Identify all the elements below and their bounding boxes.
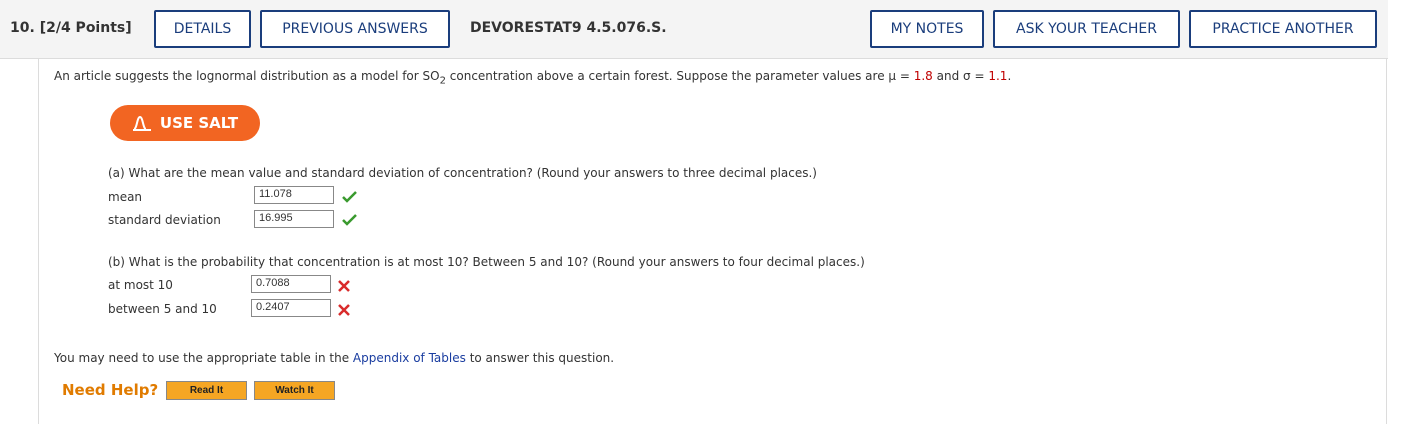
watch-it-button[interactable]: Watch It	[254, 381, 335, 400]
points-label: [2/4 Points]	[39, 20, 132, 36]
mu-value: 1.8	[913, 69, 933, 83]
problem-statement: An article suggests the lognormal distri…	[54, 69, 1012, 87]
correct-check-icon	[342, 191, 357, 203]
incorrect-x-icon	[338, 304, 350, 316]
at-most-input[interactable]: 0.7088	[251, 275, 331, 293]
use-salt-label: USE SALT	[159, 114, 239, 132]
sigma-value: 1.1	[988, 69, 1008, 83]
part-a-question: (a) What are the mean value and standard…	[108, 166, 817, 180]
correct-check-icon	[342, 214, 357, 226]
use-salt-button[interactable]: USE SALT	[110, 105, 260, 141]
between-label: between 5 and 10	[108, 302, 217, 316]
question-number: 10. [2/4 Points]	[10, 20, 132, 36]
ask-your-teacher-button[interactable]: ASK YOUR TEACHER	[993, 10, 1180, 48]
part-b-question: (b) What is the probability that concent…	[108, 255, 865, 269]
practice-another-button[interactable]: PRACTICE ANOTHER	[1189, 10, 1377, 48]
between-input[interactable]: 0.2407	[251, 299, 331, 317]
mean-label: mean	[108, 190, 143, 204]
at-most-label: at most 10	[108, 278, 173, 292]
salt-chart-icon	[132, 115, 151, 131]
sd-label: standard deviation	[108, 213, 221, 227]
mean-input[interactable]: 11.078	[254, 186, 334, 204]
incorrect-x-icon	[338, 280, 350, 292]
sd-input[interactable]: 16.995	[254, 210, 334, 228]
appendix-note: You may need to use the appropriate tabl…	[54, 351, 615, 365]
problem-code: DEVORESTAT9 4.5.076.S.	[470, 20, 667, 36]
read-it-button[interactable]: Read It	[166, 381, 247, 400]
my-notes-button[interactable]: MY NOTES	[870, 10, 984, 48]
need-help-label: Need Help?	[62, 381, 159, 399]
details-button[interactable]: DETAILS	[154, 10, 251, 48]
appendix-link[interactable]: Appendix of Tables	[353, 351, 466, 365]
previous-answers-button[interactable]: PREVIOUS ANSWERS	[260, 10, 450, 48]
question-header: 10. [2/4 Points] DETAILS PREVIOUS ANSWER…	[0, 0, 1388, 59]
